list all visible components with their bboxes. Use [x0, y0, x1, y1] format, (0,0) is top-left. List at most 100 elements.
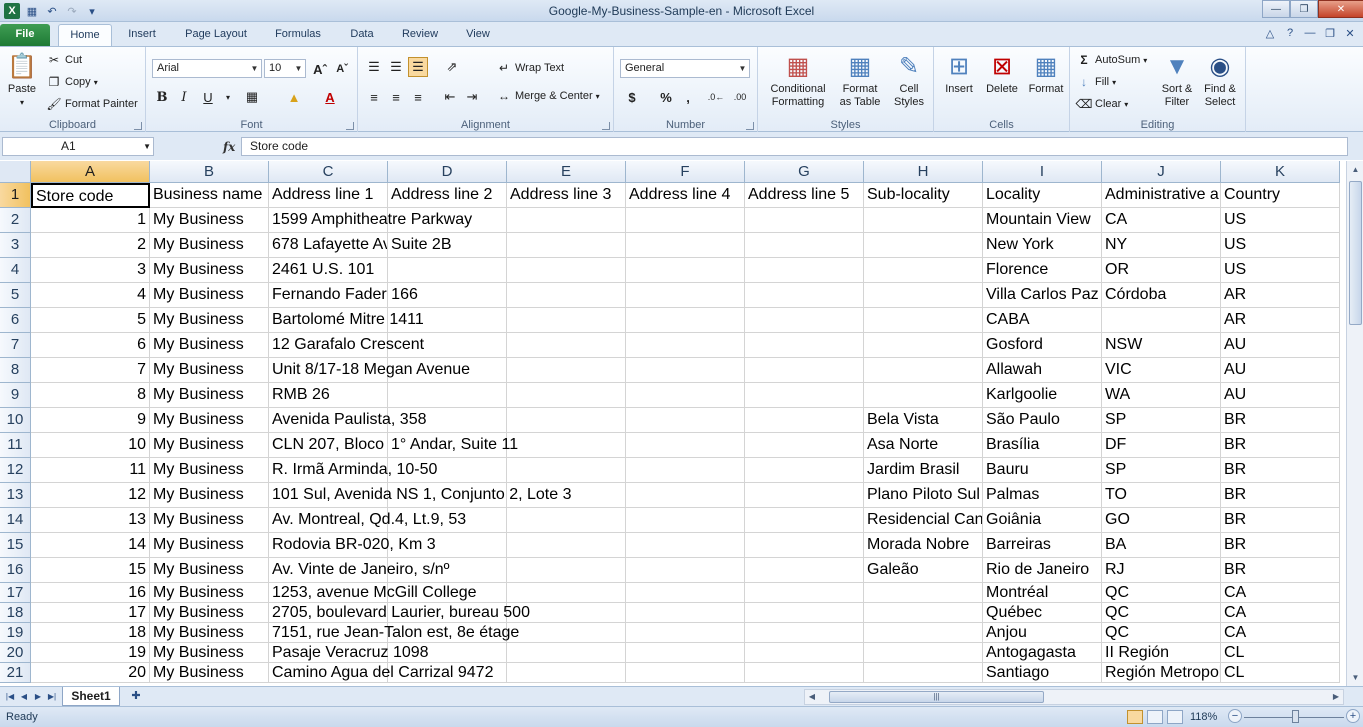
cell-j11[interactable]: DF [1102, 433, 1221, 458]
workbook-minimize-icon[interactable]: — [1302, 25, 1318, 41]
cell-f3[interactable] [626, 233, 745, 258]
cell-e8[interactable] [507, 358, 626, 383]
cell-f13[interactable] [626, 483, 745, 508]
clipboard-launcher-icon[interactable] [134, 122, 142, 130]
align-right-icon[interactable]: ≡ [408, 87, 428, 107]
cell-c14[interactable]: Av. Montreal, Qd.4, Lt.9, 53 [269, 508, 466, 533]
cell-a3[interactable]: 2 [31, 233, 150, 258]
cell-d3[interactable]: Suite 2B [388, 233, 507, 258]
cell-a5[interactable]: 4 [31, 283, 150, 308]
cell-b11[interactable]: My Business [150, 433, 269, 458]
cell-f7[interactable] [626, 333, 745, 358]
cell-j8[interactable]: VIC [1102, 358, 1221, 383]
cell-e17[interactable] [507, 583, 626, 603]
cell-c5[interactable]: Fernando Fader 166 [269, 283, 418, 308]
cell-styles-button[interactable]: ✎ Cell Styles [888, 51, 930, 109]
align-center-icon[interactable]: ≡ [386, 87, 406, 107]
cell-j4[interactable]: OR [1102, 258, 1221, 283]
row-header[interactable]: 13 [0, 483, 31, 508]
last-sheet-icon[interactable]: ▶| [46, 690, 58, 704]
cell-h14[interactable]: Residencial Canaã [864, 508, 983, 533]
wrap-text-button[interactable]: ↵ Wrap Text [496, 59, 564, 77]
row-header[interactable]: 20 [0, 643, 31, 663]
cell-a12[interactable]: 11 [31, 458, 150, 483]
cell-b9[interactable]: My Business [150, 383, 269, 408]
cell-k15[interactable]: BR [1221, 533, 1340, 558]
row-header[interactable]: 7 [0, 333, 31, 358]
cell-a6[interactable]: 5 [31, 308, 150, 333]
currency-icon[interactable]: $ [622, 87, 642, 107]
cell-k13[interactable]: BR [1221, 483, 1340, 508]
cell-e14[interactable] [507, 508, 626, 533]
cell-k9[interactable]: AU [1221, 383, 1340, 408]
row-header[interactable]: 8 [0, 358, 31, 383]
cell-f1[interactable]: Address line 4 [626, 183, 745, 208]
cell-h3[interactable] [864, 233, 983, 258]
cell-i5[interactable]: Villa Carlos Paz [983, 283, 1102, 308]
cell-c6[interactable]: Bartolomé Mitre 1411 [269, 308, 424, 333]
cell-g20[interactable] [745, 643, 864, 663]
row-header[interactable]: 21 [0, 663, 31, 683]
column-header-a[interactable]: A [31, 161, 150, 183]
cell-k1[interactable]: Country [1221, 183, 1340, 208]
cell-b19[interactable]: My Business [150, 623, 269, 643]
cell-e16[interactable] [507, 558, 626, 583]
row-header[interactable]: 17 [0, 583, 31, 603]
cell-d4[interactable] [388, 258, 507, 283]
cell-k5[interactable]: AR [1221, 283, 1340, 308]
cell-c8[interactable]: Unit 8/17-18 Megan Avenue [269, 358, 470, 383]
page-layout-view-icon[interactable] [1147, 710, 1163, 724]
cell-h20[interactable] [864, 643, 983, 663]
cell-f9[interactable] [626, 383, 745, 408]
cell-c19[interactable]: 7151, rue Jean-Talon est, 8e étage [269, 623, 519, 643]
cell-i15[interactable]: Barreiras [983, 533, 1102, 558]
insert-cells-button[interactable]: ⊞ Insert [938, 51, 980, 96]
cell-b1[interactable]: Business name [150, 183, 269, 208]
row-header[interactable]: 3 [0, 233, 31, 258]
cell-c17[interactable]: 1253, avenue McGill College [269, 583, 477, 603]
align-middle-icon[interactable]: ☰ [386, 57, 406, 77]
cell-h2[interactable] [864, 208, 983, 233]
cell-d9[interactable] [388, 383, 507, 408]
cell-f18[interactable] [626, 603, 745, 623]
cell-b18[interactable]: My Business [150, 603, 269, 623]
cell-c21[interactable]: Camino Agua del Carrizal 9472 [269, 663, 493, 683]
prev-sheet-icon[interactable]: ◀ [18, 690, 30, 704]
cell-k10[interactable]: BR [1221, 408, 1340, 433]
cell-e3[interactable] [507, 233, 626, 258]
cell-i2[interactable]: Mountain View [983, 208, 1102, 233]
cell-k14[interactable]: BR [1221, 508, 1340, 533]
cell-b2[interactable]: My Business [150, 208, 269, 233]
cell-k2[interactable]: US [1221, 208, 1340, 233]
cell-k3[interactable]: US [1221, 233, 1340, 258]
number-format-select[interactable]: General ▼ [620, 59, 750, 78]
cell-c7[interactable]: 12 Garafalo Crescent [269, 333, 424, 358]
cell-j20[interactable]: II Región [1102, 643, 1221, 663]
cell-b5[interactable]: My Business [150, 283, 269, 308]
scroll-down-icon[interactable]: ▼ [1347, 669, 1363, 686]
cell-f12[interactable] [626, 458, 745, 483]
align-bottom-icon[interactable]: ☰ [408, 57, 428, 77]
cell-a18[interactable]: 17 [31, 603, 150, 623]
tab-file[interactable]: File [0, 24, 50, 46]
column-header-f[interactable]: F [626, 161, 745, 183]
cell-j13[interactable]: TO [1102, 483, 1221, 508]
cell-f20[interactable] [626, 643, 745, 663]
comma-style-icon[interactable]: , [678, 87, 698, 107]
cell-h15[interactable]: Morada Nobre [864, 533, 983, 558]
tab-review[interactable]: Review [394, 24, 446, 46]
cell-i10[interactable]: São Paulo [983, 408, 1102, 433]
cell-i11[interactable]: Brasília [983, 433, 1102, 458]
cell-f10[interactable] [626, 408, 745, 433]
format-painter-button[interactable]: 🖌 Format Painter [46, 95, 137, 113]
cell-e5[interactable] [507, 283, 626, 308]
cell-e11[interactable] [507, 433, 626, 458]
column-header-i[interactable]: I [983, 161, 1102, 183]
cell-b14[interactable]: My Business [150, 508, 269, 533]
cell-e7[interactable] [507, 333, 626, 358]
cell-g17[interactable] [745, 583, 864, 603]
page-break-view-icon[interactable] [1167, 710, 1183, 724]
first-sheet-icon[interactable]: |◀ [4, 690, 16, 704]
cell-e12[interactable] [507, 458, 626, 483]
italic-icon[interactable]: I [174, 87, 194, 107]
